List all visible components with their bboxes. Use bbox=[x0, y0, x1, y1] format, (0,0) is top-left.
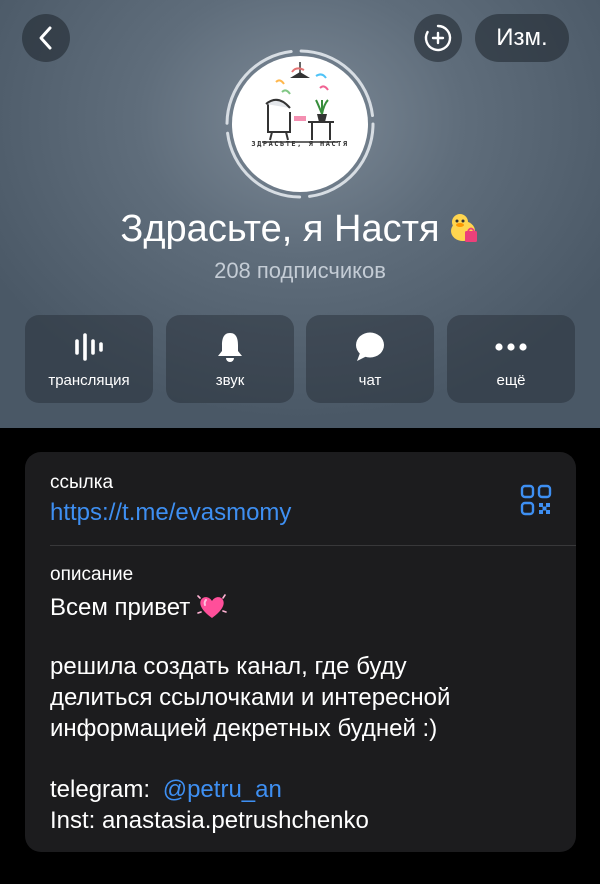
chevron-left-icon bbox=[39, 26, 52, 50]
edit-button[interactable]: Изм. bbox=[475, 14, 569, 62]
channel-info-card: ссылка https://t.me/evasmomy описание Вс… bbox=[25, 452, 576, 852]
back-button[interactable] bbox=[22, 14, 70, 62]
chat-label: чат bbox=[358, 372, 382, 389]
chat-bubble-icon bbox=[356, 332, 384, 361]
description-line: информацией декретных будней :) bbox=[50, 715, 438, 742]
telegram-prefix: telegram: bbox=[50, 776, 151, 803]
interior-illustration-icon bbox=[262, 62, 338, 143]
channel-title: Здрасьте, я Настя bbox=[0, 208, 600, 255]
description-greeting: Всем привет bbox=[50, 594, 191, 621]
description-line: делиться ссылочками и интересной bbox=[50, 684, 451, 711]
channel-link[interactable]: https://t.me/evasmomy bbox=[50, 499, 291, 527]
bell-icon bbox=[218, 333, 242, 362]
description-label: описание bbox=[50, 564, 134, 585]
sound-label: звук bbox=[215, 372, 245, 389]
live-stream-button[interactable]: трансляция bbox=[25, 315, 153, 403]
avatar-caption: ЗДРАСЬТЕ, Я НАСТЯ bbox=[251, 140, 349, 148]
telegram-mention-link[interactable]: @petru_an bbox=[163, 776, 282, 803]
more-label: ещё bbox=[496, 372, 526, 389]
description-line: решила создать канал, где буду bbox=[50, 653, 407, 680]
profile-header: Изм. ЗДРАСЬТЕ, Я НАСТЯ Здрасьте, я Настя bbox=[0, 0, 600, 428]
link-label: ссылка bbox=[50, 472, 114, 493]
add-circle-icon bbox=[424, 24, 452, 52]
duck-emoji-icon bbox=[446, 211, 480, 255]
channel-name: Здрасьте, я Настя bbox=[120, 208, 440, 250]
description-greeting-line: Всем привет bbox=[50, 593, 227, 622]
qr-code-button[interactable] bbox=[520, 484, 552, 521]
telegram-line: telegram: @petru_an bbox=[50, 776, 282, 804]
add-to-folder-button[interactable] bbox=[414, 14, 462, 62]
qr-code-icon bbox=[520, 484, 552, 516]
channel-avatar[interactable]: ЗДРАСЬТЕ, Я НАСТЯ bbox=[232, 56, 368, 192]
chat-button[interactable]: чат bbox=[306, 315, 434, 403]
sparkling-heart-emoji bbox=[197, 594, 227, 618]
sound-button[interactable]: звук bbox=[166, 315, 294, 403]
live-stream-label: трансляция bbox=[48, 372, 130, 389]
live-stream-icon bbox=[75, 333, 103, 361]
subscriber-count: 208 подписчиков bbox=[214, 258, 386, 283]
inst-line: Inst: anastasia.petrushchenko bbox=[50, 807, 369, 834]
divider bbox=[50, 545, 576, 546]
more-button[interactable]: ещё bbox=[447, 315, 575, 403]
more-dots-icon bbox=[495, 343, 527, 351]
